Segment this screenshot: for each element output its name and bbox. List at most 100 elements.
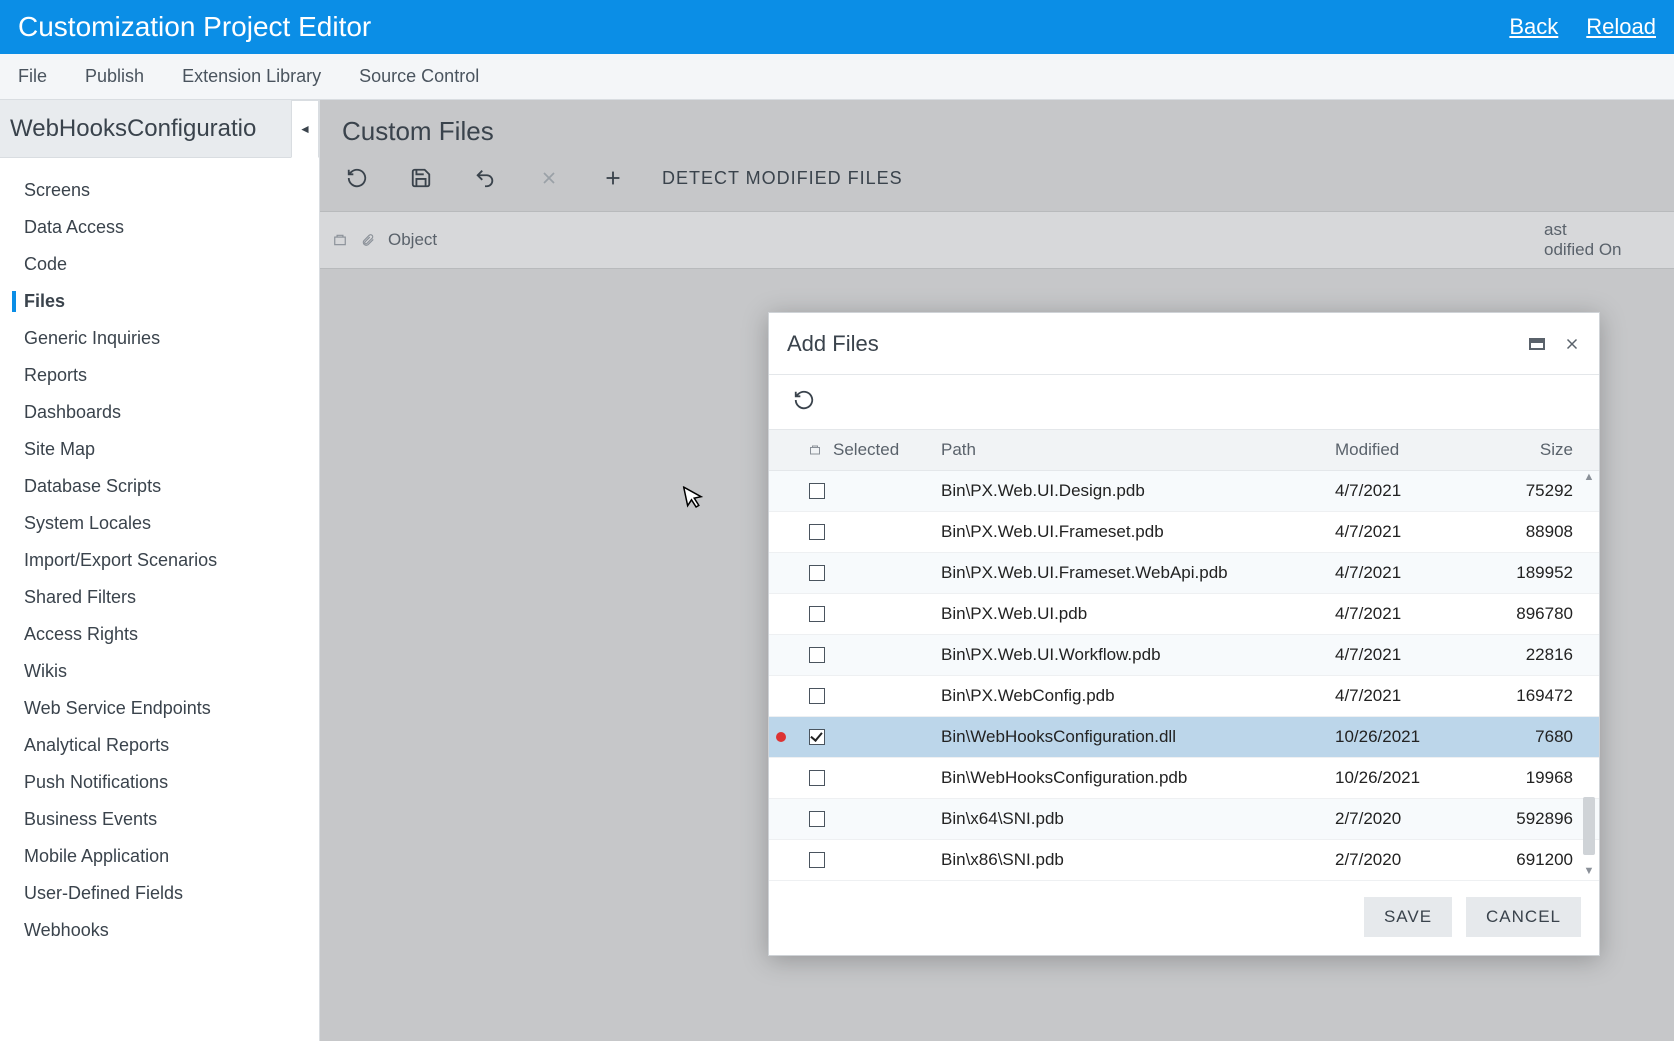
- selected-cell: [793, 852, 933, 868]
- table-row[interactable]: Bin\x86\SNI.pdb2/7/2020691200: [769, 840, 1599, 881]
- maximize-icon[interactable]: [1529, 338, 1545, 350]
- size-column-header[interactable]: Size: [1471, 440, 1579, 460]
- row-checkbox[interactable]: [809, 483, 825, 499]
- size-cell: 19968: [1471, 768, 1579, 788]
- menu-source-control[interactable]: Source Control: [359, 66, 479, 87]
- undo-button[interactable]: [470, 163, 500, 193]
- sidebar-item-dashboards[interactable]: Dashboards: [0, 394, 319, 431]
- sidebar-toggle-button[interactable]: ◄: [291, 100, 319, 158]
- sidebar-item-site-map[interactable]: Site Map: [0, 431, 319, 468]
- sidebar-item-mobile-application[interactable]: Mobile Application: [0, 838, 319, 875]
- last-modified-column-header[interactable]: ast odified On: [1544, 220, 1674, 261]
- menu-publish[interactable]: Publish: [85, 66, 144, 87]
- table-row[interactable]: Bin\PX.Web.UI.Frameset.WebApi.pdb4/7/202…: [769, 553, 1599, 594]
- sidebar-item-generic-inquiries[interactable]: Generic Inquiries: [0, 320, 319, 357]
- sidebar-item-code[interactable]: Code: [0, 246, 319, 283]
- close-icon[interactable]: [1563, 335, 1581, 353]
- selected-cell: [793, 647, 933, 663]
- selected-cell: [793, 606, 933, 622]
- close-icon: [539, 168, 559, 188]
- modified-cell: 4/7/2021: [1335, 604, 1471, 624]
- plus-icon: [602, 167, 624, 189]
- background-grid-header: Object ast odified On: [320, 211, 1674, 269]
- files-grid: Selected Path Modified Size Bin\PX.Web.U…: [769, 429, 1599, 881]
- sidebar-item-files[interactable]: Files: [0, 283, 319, 320]
- modified-column-header[interactable]: Modified: [1335, 440, 1471, 460]
- size-cell: 75292: [1471, 481, 1579, 501]
- modified-cell: 4/7/2021: [1335, 563, 1471, 583]
- modified-cell: 4/7/2021: [1335, 481, 1471, 501]
- sidebar-item-reports[interactable]: Reports: [0, 357, 319, 394]
- detect-modified-files-button[interactable]: DETECT MODIFIED FILES: [662, 168, 903, 189]
- row-checkbox[interactable]: [809, 852, 825, 868]
- row-checkbox[interactable]: [809, 565, 825, 581]
- sidebar-item-database-scripts[interactable]: Database Scripts: [0, 468, 319, 505]
- row-checkbox[interactable]: [809, 811, 825, 827]
- selected-cell: [793, 565, 933, 581]
- cancel-button[interactable]: CANCEL: [1466, 897, 1581, 937]
- sidebar-item-import-export-scenarios[interactable]: Import/Export Scenarios: [0, 542, 319, 579]
- selected-cell: [793, 770, 933, 786]
- sidebar-item-shared-filters[interactable]: Shared Filters: [0, 579, 319, 616]
- table-row[interactable]: Bin\x64\SNI.pdb2/7/2020592896: [769, 799, 1599, 840]
- sidebar-item-push-notifications[interactable]: Push Notifications: [0, 764, 319, 801]
- sidebar-item-screens[interactable]: Screens: [0, 172, 319, 209]
- size-cell: 169472: [1471, 686, 1579, 706]
- sidebar-item-data-access[interactable]: Data Access: [0, 209, 319, 246]
- sidebar-item-webhooks[interactable]: Webhooks: [0, 912, 319, 949]
- dialog-refresh-button[interactable]: [791, 387, 817, 413]
- object-column-header[interactable]: Object: [382, 230, 437, 250]
- reload-link[interactable]: Reload: [1586, 14, 1656, 40]
- table-row[interactable]: Bin\WebHooksConfiguration.dll10/26/20217…: [769, 717, 1599, 758]
- sidebar-item-access-rights[interactable]: Access Rights: [0, 616, 319, 653]
- path-column-header[interactable]: Path: [933, 440, 1335, 460]
- modified-cell: 2/7/2020: [1335, 850, 1471, 870]
- modified-cell: 4/7/2021: [1335, 686, 1471, 706]
- path-cell: Bin\PX.Web.UI.Frameset.pdb: [933, 522, 1335, 542]
- scroll-up-icon[interactable]: ▲: [1581, 471, 1597, 487]
- menu-extension-library[interactable]: Extension Library: [182, 66, 321, 87]
- sidebar-item-user-defined-fields[interactable]: User-Defined Fields: [0, 875, 319, 912]
- sidebar-item-business-events[interactable]: Business Events: [0, 801, 319, 838]
- save-button[interactable]: SAVE: [1364, 897, 1452, 937]
- sidebar-item-analytical-reports[interactable]: Analytical Reports: [0, 727, 319, 764]
- table-row[interactable]: Bin\PX.Web.UI.Design.pdb4/7/202175292: [769, 471, 1599, 512]
- undo-icon: [474, 167, 496, 189]
- sidebar-nav: ScreensData AccessCodeFilesGeneric Inqui…: [0, 158, 319, 963]
- row-checkbox[interactable]: [809, 524, 825, 540]
- path-cell: Bin\PX.Web.UI.Workflow.pdb: [933, 645, 1335, 665]
- size-cell: 896780: [1471, 604, 1579, 624]
- scroll-down-icon[interactable]: ▼: [1581, 865, 1597, 881]
- add-button[interactable]: [598, 163, 628, 193]
- row-checkbox[interactable]: [809, 770, 825, 786]
- scroll-thumb[interactable]: [1583, 797, 1595, 855]
- row-checkbox[interactable]: [809, 729, 825, 745]
- top-banner: Customization Project Editor Back Reload: [0, 0, 1674, 54]
- save-button[interactable]: [406, 163, 436, 193]
- row-checkbox[interactable]: [809, 647, 825, 663]
- menu-file[interactable]: File: [18, 66, 47, 87]
- mouse-cursor-icon: [683, 482, 708, 512]
- content-area: Custom Files DETECT MODIFIED FILES: [320, 100, 1674, 1041]
- selected-column-header[interactable]: Selected: [793, 440, 933, 460]
- modified-cell: 4/7/2021: [1335, 522, 1471, 542]
- table-row[interactable]: Bin\PX.Web.UI.pdb4/7/2021896780: [769, 594, 1599, 635]
- sidebar-item-wikis[interactable]: Wikis: [0, 653, 319, 690]
- refresh-button[interactable]: [342, 163, 372, 193]
- sidebar-item-system-locales[interactable]: System Locales: [0, 505, 319, 542]
- dialog-titlebar[interactable]: Add Files: [769, 313, 1599, 375]
- path-cell: Bin\WebHooksConfiguration.pdb: [933, 768, 1335, 788]
- row-marker: [769, 732, 793, 742]
- grid-scrollbar[interactable]: ▲ ▼: [1581, 471, 1597, 881]
- table-row[interactable]: Bin\PX.Web.UI.Workflow.pdb4/7/202122816: [769, 635, 1599, 676]
- table-row[interactable]: Bin\PX.Web.UI.Frameset.pdb4/7/202188908: [769, 512, 1599, 553]
- size-cell: 22816: [1471, 645, 1579, 665]
- back-link[interactable]: Back: [1509, 14, 1558, 40]
- menu-bar: File Publish Extension Library Source Co…: [0, 54, 1674, 100]
- row-checkbox[interactable]: [809, 606, 825, 622]
- sidebar-item-web-service-endpoints[interactable]: Web Service Endpoints: [0, 690, 319, 727]
- size-cell: 691200: [1471, 850, 1579, 870]
- table-row[interactable]: Bin\PX.WebConfig.pdb4/7/2021169472: [769, 676, 1599, 717]
- row-checkbox[interactable]: [809, 688, 825, 704]
- table-row[interactable]: Bin\WebHooksConfiguration.pdb10/26/20211…: [769, 758, 1599, 799]
